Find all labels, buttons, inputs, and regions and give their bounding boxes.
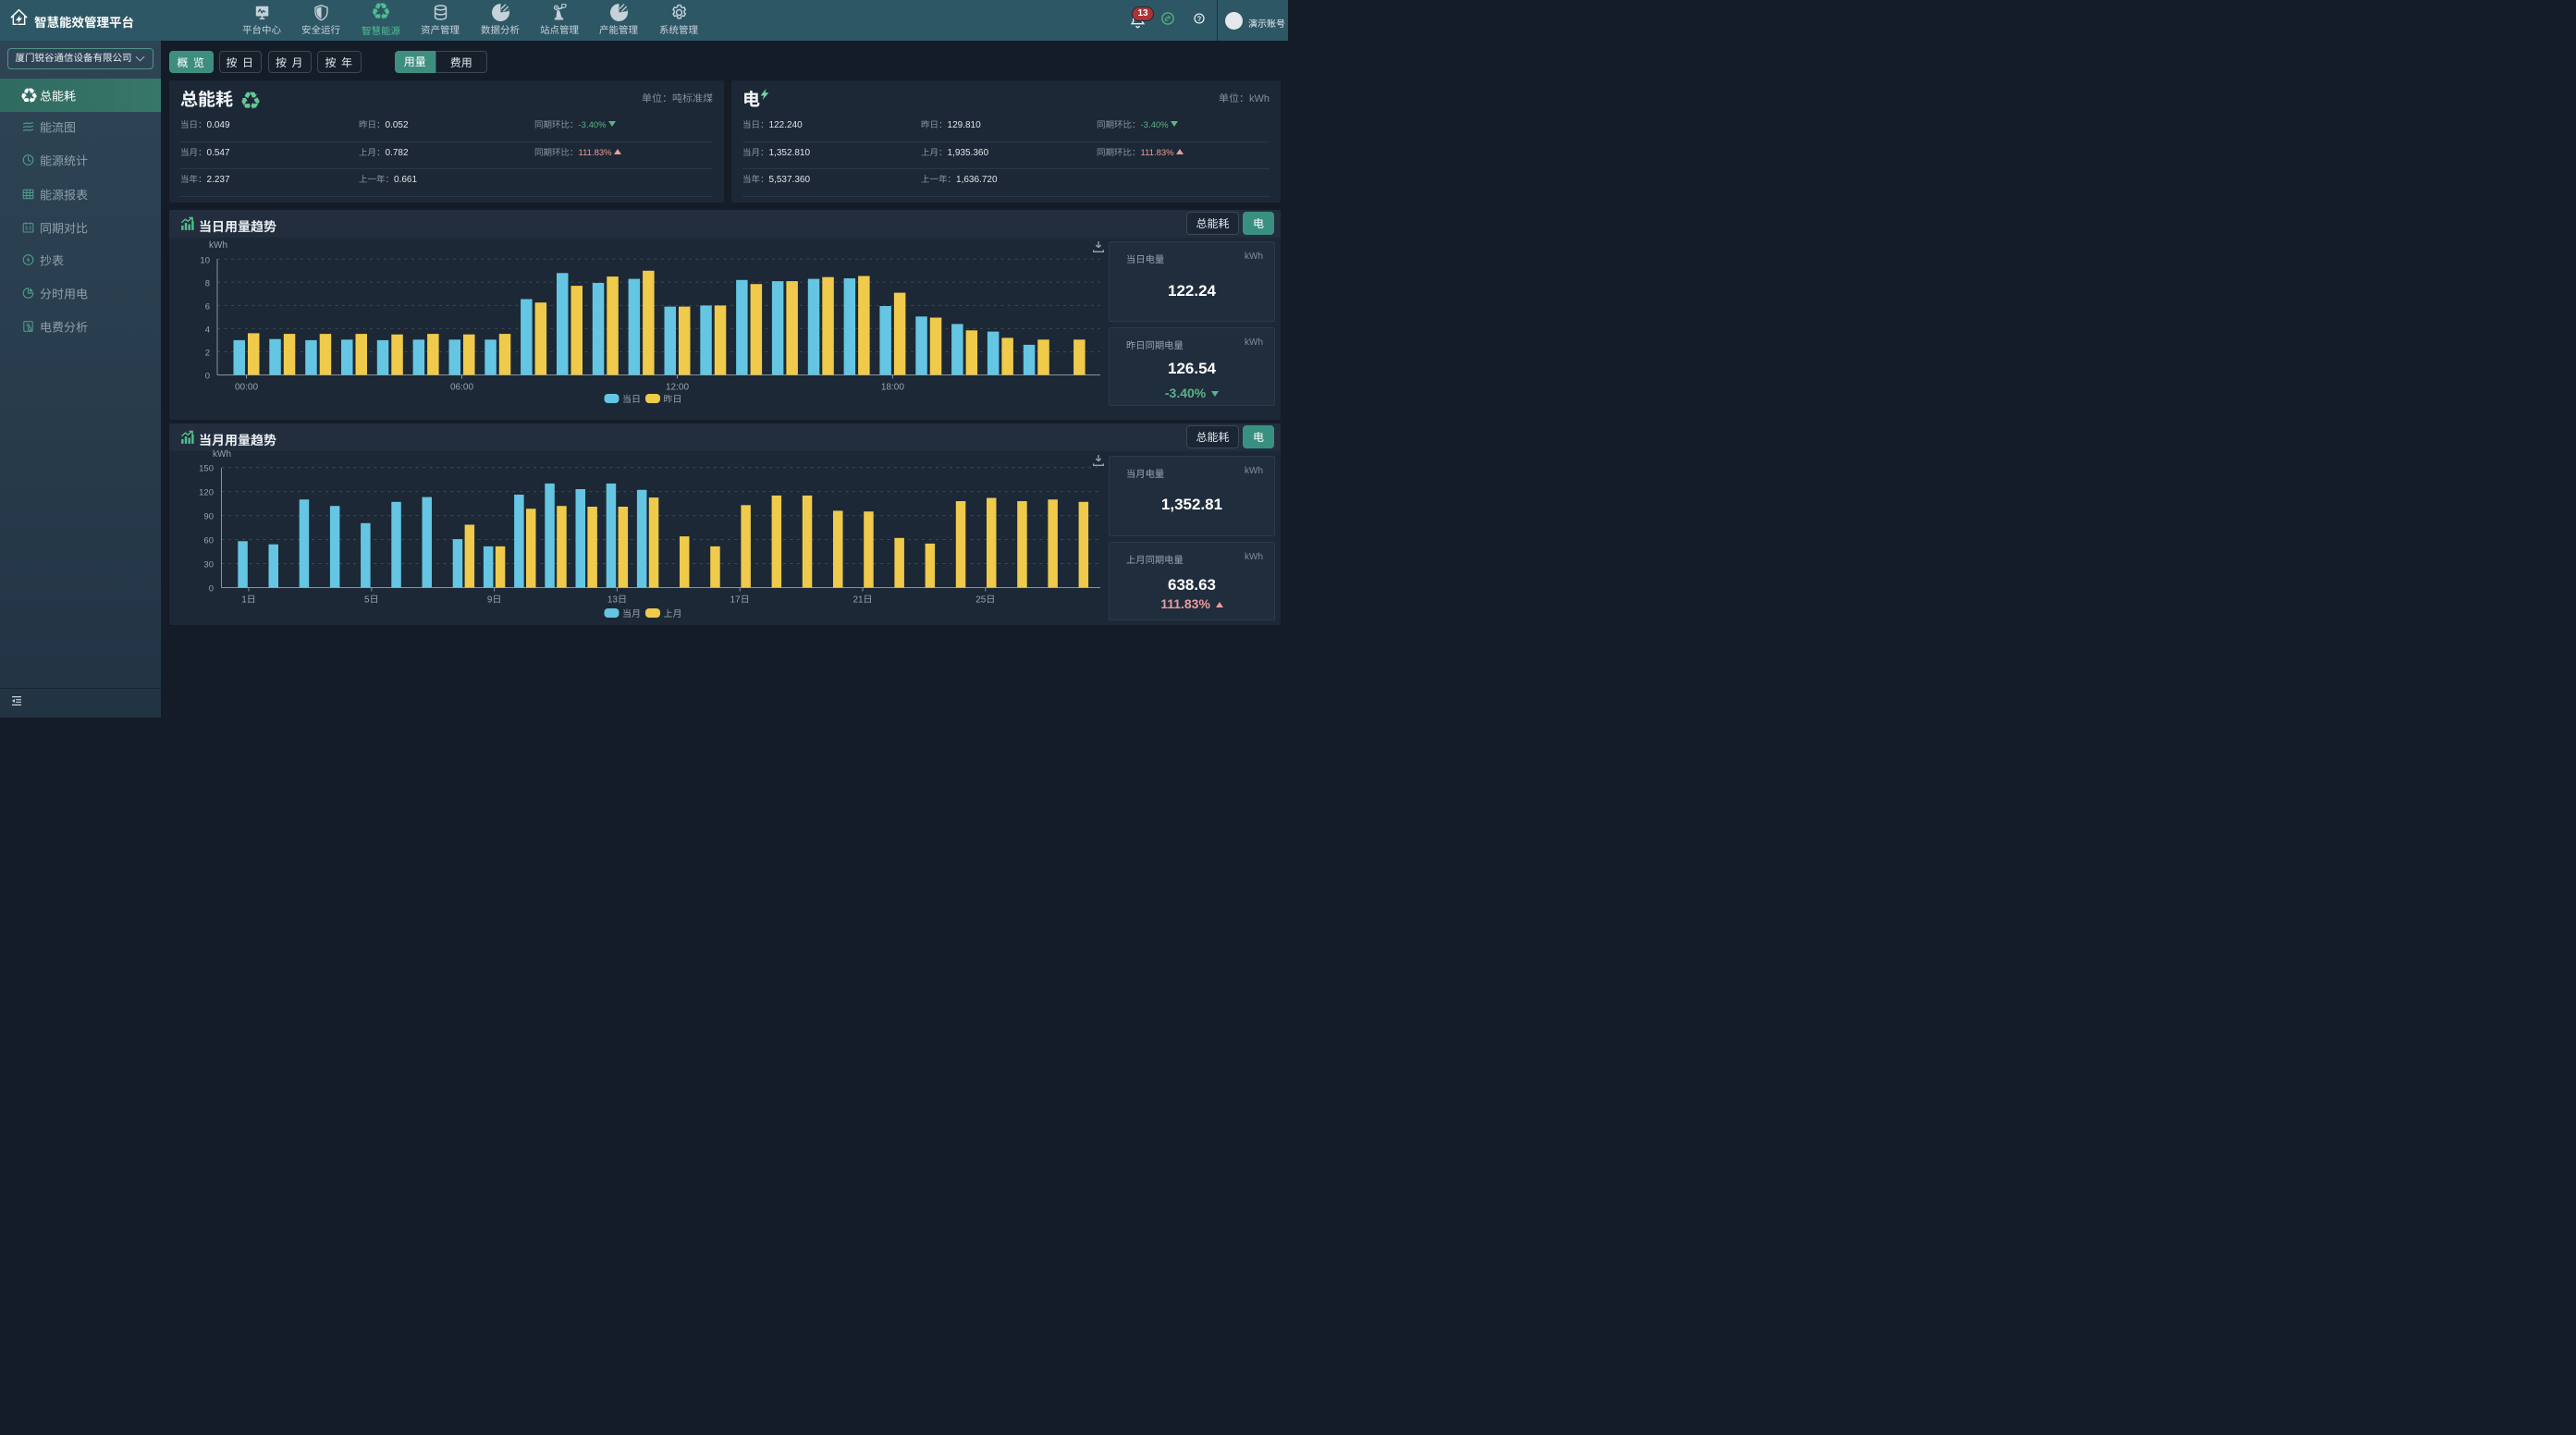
svg-text:2: 2: [205, 349, 210, 359]
svg-text:6: 6: [205, 301, 210, 312]
svg-text:昨日: 昨日: [664, 394, 682, 405]
svg-text:00:00: 00:00: [235, 383, 258, 393]
svg-text:9日: 9日: [487, 595, 502, 606]
svg-text:4: 4: [205, 325, 210, 335]
svg-text:上月: 上月: [664, 608, 682, 619]
svg-text:60: 60: [203, 536, 214, 546]
svg-text:12:00: 12:00: [666, 383, 689, 393]
svg-text:5日: 5日: [364, 595, 379, 606]
svg-text:18:00: 18:00: [881, 383, 904, 393]
svg-text:25日: 25日: [975, 595, 995, 606]
svg-text:kWh: kWh: [209, 240, 227, 251]
svg-text:当月: 当月: [622, 608, 641, 619]
svg-text:120: 120: [199, 488, 214, 498]
svg-text:8: 8: [205, 278, 210, 288]
svg-text:06:00: 06:00: [450, 383, 473, 393]
svg-text:150: 150: [199, 464, 214, 474]
svg-text:17日: 17日: [730, 595, 750, 606]
svg-text:13日: 13日: [607, 595, 627, 606]
svg-text:0: 0: [205, 372, 210, 382]
svg-text:10: 10: [200, 255, 210, 265]
svg-text:90: 90: [203, 512, 214, 522]
svg-text:0: 0: [209, 584, 214, 595]
svg-text:kWh: kWh: [213, 449, 231, 460]
svg-text:21日: 21日: [853, 595, 872, 606]
svg-text:30: 30: [203, 560, 214, 570]
svg-text:1日: 1日: [241, 595, 256, 606]
svg-text:当日: 当日: [622, 394, 641, 405]
